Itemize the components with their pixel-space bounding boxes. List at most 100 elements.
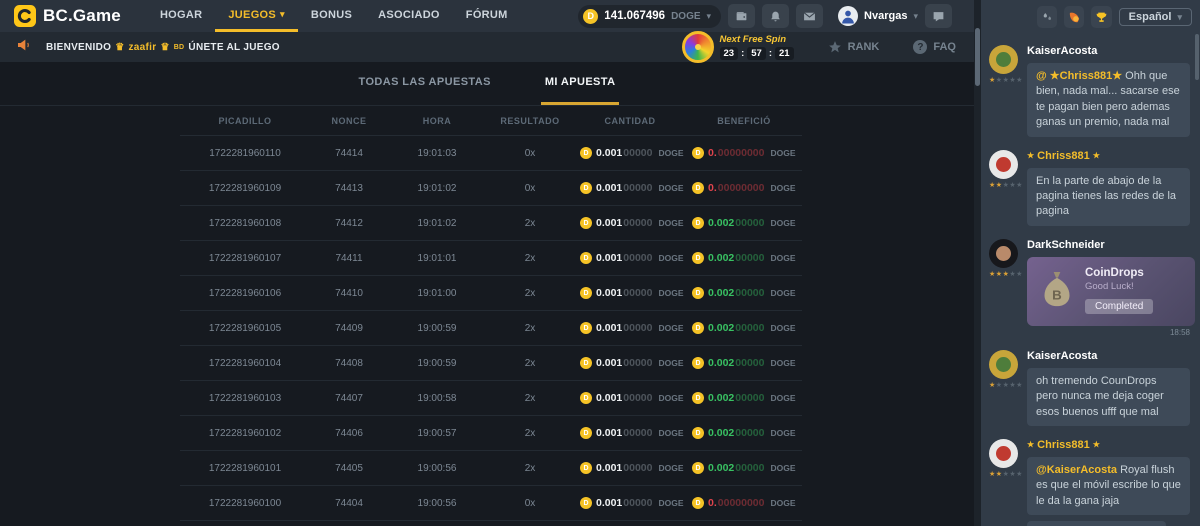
bet-nonce: 74408	[310, 358, 388, 369]
message-text: En la parte de abajo de la pagina tienes…	[1036, 175, 1176, 218]
bet-nonce: 74411	[310, 253, 388, 264]
table-row[interactable]: 1722281960107 74411 19:01:01 2x D 0.0010…	[180, 241, 802, 276]
chat-top-bar: Español ▾	[981, 0, 1200, 30]
faq-link[interactable]: ? FAQ	[913, 40, 956, 54]
chat-toggle-button[interactable]	[925, 4, 952, 28]
table-row[interactable]: 1722281960110 74414 19:01:03 0x D 0.0010…	[180, 136, 802, 171]
bet-time: 19:00:59	[388, 358, 486, 369]
free-spin-timer: 23 : 57 : 21	[720, 47, 794, 60]
mention[interactable]: @KaiserAcosta	[1036, 464, 1120, 476]
menu-item-bonus[interactable]: BONUS	[298, 0, 365, 32]
tab-mi-apuesta[interactable]: MI APUESTA	[541, 62, 620, 105]
envelope-icon	[803, 10, 816, 23]
table-row[interactable]: 1722281960105 74409 19:00:59 2x D 0.0010…	[180, 311, 802, 346]
bet-nonce: 74413	[310, 183, 388, 194]
money-bag-icon: B	[1037, 270, 1077, 314]
balance-selector[interactable]: D 141.067496 DOGE ▾	[578, 5, 721, 28]
chat-username[interactable]: ★Chriss881★	[1027, 150, 1190, 162]
chevron-down-icon: ▾	[913, 11, 918, 22]
bet-result: 2x	[486, 428, 574, 439]
table-row[interactable]: 1722281960101 74405 19:00:56 2x D 0.0010…	[180, 451, 802, 486]
country-badge: BD	[174, 44, 185, 51]
bet-amount: D 0.00100000 DOGE	[574, 497, 686, 509]
avatar[interactable]	[989, 150, 1018, 179]
bell-icon	[769, 10, 782, 23]
coindrops-completed-badge[interactable]: Completed	[1085, 299, 1153, 314]
user-star-rating: ★★★★★	[989, 382, 1023, 390]
bet-profit: D 0.00200000 DOGE	[686, 287, 802, 299]
welcome-message[interactable]: BIENVENIDO ♛ zaafir ♛ BD ÚNETE AL JUEGO	[46, 42, 280, 53]
bet-result: 0x	[486, 498, 574, 509]
logo[interactable]: BC.Game	[14, 0, 121, 32]
bet-nonce: 74405	[310, 463, 388, 474]
main-scrollbar[interactable]	[974, 0, 981, 526]
chat-scrollbar-thumb[interactable]	[1195, 34, 1199, 80]
bet-profit: D 0.00200000 DOGE	[686, 392, 802, 404]
faq-label: FAQ	[933, 41, 956, 53]
star-icon	[828, 40, 842, 54]
menu-item-asociado[interactable]: ASOCIADO	[365, 0, 453, 32]
wallet-button[interactable]	[728, 4, 755, 28]
promotions-button[interactable]	[1064, 6, 1084, 28]
bets-table: PICADILLONONCEHORARESULTADOCANTIDADBENEF…	[180, 106, 802, 521]
user-star-rating: ★★★★★	[989, 471, 1023, 479]
table-row[interactable]: 1722281960108 74412 19:01:02 2x D 0.0010…	[180, 206, 802, 241]
chat-username[interactable]: DarkSchneider	[1027, 239, 1190, 251]
rank-link[interactable]: RANK	[828, 40, 880, 54]
mention[interactable]: @ ★Chriss881★	[1036, 70, 1125, 82]
chat-panel: Español ▾ ★★★★★ KaiserAcosta @ ★Chriss88…	[981, 0, 1200, 526]
menu-item-hogar[interactable]: HOGAR	[147, 0, 215, 32]
chat-message: ★★★★★ DarkSchneider BCoinDropsGood Luck!…	[989, 239, 1190, 337]
bet-nonce: 74406	[310, 428, 388, 439]
table-row[interactable]: 1722281960109 74413 19:01:02 0x D 0.0010…	[180, 171, 802, 206]
bet-result: 0x	[486, 183, 574, 194]
avatar[interactable]	[989, 45, 1018, 74]
avatar[interactable]	[989, 350, 1018, 379]
chat-username[interactable]: ★Chriss881★	[1027, 439, 1190, 451]
table-row[interactable]: 1722281960102 74406 19:00:57 2x D 0.0010…	[180, 416, 802, 451]
user-star-rating: ★★★★★	[989, 182, 1023, 190]
coindrops-button[interactable]	[1037, 6, 1057, 28]
bet-amount: D 0.00100000 DOGE	[574, 217, 686, 229]
doge-coin-icon: D	[692, 147, 704, 159]
bet-profit: D 0.00200000 DOGE	[686, 252, 802, 264]
bet-nonce: 74414	[310, 148, 388, 159]
wallet-icon	[735, 10, 748, 23]
messages-button[interactable]	[796, 4, 823, 28]
bet-time: 19:00:56	[388, 498, 486, 509]
column-header: PICADILLO	[180, 116, 310, 126]
tab-todas-las-apuestas[interactable]: TODAS LAS APUESTAS	[355, 62, 495, 105]
chat-bubble: @KaiserAcosta Royal flush es que el móvi…	[1027, 457, 1190, 515]
menu-item-fórum[interactable]: FÓRUM	[453, 0, 521, 32]
table-row[interactable]: 1722281960106 74410 19:01:00 2x D 0.0010…	[180, 276, 802, 311]
welcome-bar: BIENVENIDO ♛ zaafir ♛ BD ÚNETE AL JUEGO …	[0, 32, 974, 62]
language-selector[interactable]: Español ▾	[1119, 8, 1192, 26]
chat-bubble: Se que es difícil ,pero total por probar	[1027, 521, 1166, 526]
doge-coin-icon: D	[580, 497, 592, 509]
table-row[interactable]: 1722281960103 74407 19:00:58 2x D 0.0010…	[180, 381, 802, 416]
chat-username[interactable]: KaiserAcosta	[1027, 45, 1190, 57]
bet-profit: D 0.00200000 DOGE	[686, 322, 802, 334]
avatar[interactable]	[989, 439, 1018, 468]
contest-button[interactable]	[1091, 6, 1111, 28]
user-menu[interactable]: Nvargas ▾	[838, 6, 918, 26]
table-row[interactable]: 1722281960104 74408 19:00:59 2x D 0.0010…	[180, 346, 802, 381]
chat-username[interactable]: KaiserAcosta	[1027, 350, 1190, 362]
username: Nvargas	[864, 10, 907, 22]
bet-amount: D 0.00100000 DOGE	[574, 182, 686, 194]
free-spin-widget[interactable]: Next Free Spin 23 : 57 : 21	[682, 31, 794, 63]
doge-coin-icon: D	[692, 287, 704, 299]
drops-icon	[1041, 11, 1054, 24]
menu-item-juegos[interactable]: JUEGOS▾	[215, 0, 297, 32]
timer-seconds: 21	[775, 47, 794, 60]
coindrops-card[interactable]: BCoinDropsGood Luck!Completed	[1027, 257, 1195, 326]
chat-bubble: oh tremendo CounDrops pero nunca me deja…	[1027, 368, 1190, 426]
table-row[interactable]: 1722281960100 74404 19:00:56 0x D 0.0010…	[180, 486, 802, 521]
chat-message: ★★★★★ ★Chriss881★ En la parte de abajo d…	[989, 150, 1190, 226]
message-timestamp: 18:58	[1027, 328, 1190, 337]
notifications-button[interactable]	[762, 4, 789, 28]
bet-hash: 1722281960108	[180, 218, 310, 229]
avatar[interactable]	[989, 239, 1018, 268]
user-star-rating: ★★★★★	[989, 271, 1023, 279]
main-scrollbar-thumb[interactable]	[975, 28, 980, 86]
